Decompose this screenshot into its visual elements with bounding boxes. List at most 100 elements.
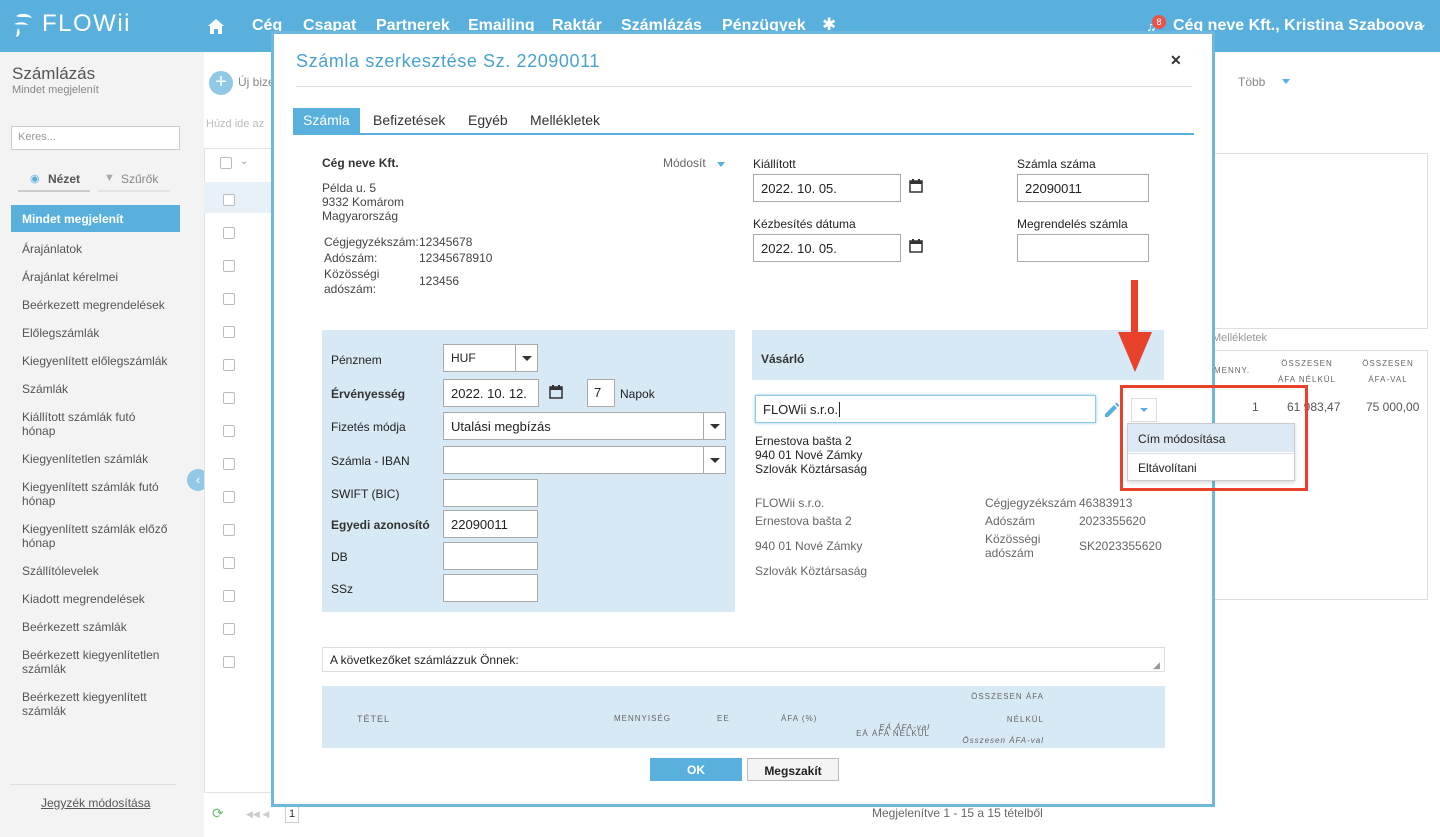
home-icon[interactable] [207, 18, 225, 35]
row-checkbox[interactable] [223, 524, 235, 536]
tab-underline [18, 190, 90, 192]
row-checkbox[interactable] [223, 359, 235, 371]
row-checkbox[interactable] [223, 623, 235, 635]
sidebar-item[interactable]: Szállítólevelek [22, 564, 182, 578]
row-checkbox[interactable] [223, 491, 235, 503]
buyer-city: 940 01 Nové Zámky [755, 448, 863, 462]
ok-button[interactable]: OK [650, 758, 742, 781]
db-input[interactable] [443, 542, 538, 570]
caret-down-icon[interactable] [1282, 79, 1290, 84]
ssz-input[interactable] [443, 574, 538, 602]
edit-list-link[interactable]: Jegyzék módosítása [41, 796, 150, 810]
col-total-net-2: NÉLKÜL [1006, 715, 1044, 724]
sidebar-item[interactable]: Kiegyenlített számlák futó hónap [22, 480, 172, 508]
pencil-icon[interactable] [1102, 400, 1120, 418]
currency-select[interactable]: HUF [443, 344, 538, 372]
sidebar-item[interactable]: Kiállított számlák futó hónap [22, 410, 152, 438]
tab-view[interactable]: Nézet [48, 172, 80, 186]
days-input[interactable]: 7 [587, 379, 615, 407]
sidebar-item[interactable]: Kiegyenlítetlen számlák [22, 452, 182, 466]
more-menu[interactable]: Több [1238, 75, 1265, 89]
sidebar-item[interactable]: Árajánlatok [22, 242, 182, 256]
pager-first-icon[interactable]: ◀◀ ◀ [246, 809, 269, 820]
sidebar-item[interactable]: Beérkezett megrendelések [22, 298, 182, 312]
delivery-date-input[interactable]: 2022. 10. 05. [753, 234, 901, 262]
pager-page-input[interactable]: 1 [285, 805, 299, 823]
sidebar-item-all[interactable]: Mindet megjelenít [11, 205, 180, 232]
dropdown-arrow-icon[interactable] [703, 447, 725, 473]
buyer-detail-name: FLOWii s.r.o. [755, 496, 825, 510]
sidebar-item[interactable]: Árajánlat kérelmei [22, 270, 182, 284]
cancel-button[interactable]: Megszakít [747, 758, 839, 781]
caret-down-icon[interactable] [717, 162, 725, 167]
sidebar-item[interactable]: Beérkezett számlák [22, 620, 182, 634]
intro-textarea[interactable]: A következőket számlázzuk Önnek: [322, 647, 1165, 672]
sidebar-item[interactable]: Kiadott megrendelések [22, 592, 182, 606]
select-all-checkbox[interactable] [220, 157, 232, 169]
row-checkbox[interactable] [223, 425, 235, 437]
sidebar-item[interactable]: Kiegyenlített előlegszámlák [22, 354, 182, 368]
validity-label: Érvényesség [331, 387, 406, 401]
col-net: ÖSSZESEN ÁFA NÉLKÜL [1277, 359, 1337, 384]
row-checkbox[interactable] [223, 557, 235, 569]
chevron-down-icon[interactable]: ⌄ [240, 156, 248, 167]
row-checkbox[interactable] [223, 194, 235, 206]
sidebar-item[interactable]: Beérkezett kiegyenlített számlák [22, 690, 172, 718]
seller-eu-value: 123456 [419, 274, 460, 288]
row-checkbox[interactable] [223, 392, 235, 404]
tab-filters[interactable]: Szűrők [121, 172, 158, 186]
notes-box [1204, 153, 1428, 329]
chevron-down-icon[interactable]: ⌄ [1416, 15, 1428, 32]
page-subtitle: Mindet megjelenít [12, 84, 99, 96]
row-checkbox[interactable] [223, 458, 235, 470]
text-cursor [839, 402, 844, 417]
resize-handle-icon[interactable]: ◢ [1153, 660, 1160, 671]
buyer-name-input[interactable]: FLOWii s.r.o. [755, 395, 1096, 423]
payment-method-select[interactable]: Utalási megbízás [443, 412, 726, 440]
search-input[interactable]: Keres... [11, 126, 180, 150]
row-checkbox[interactable] [223, 326, 235, 338]
new-button[interactable]: Új bize [238, 75, 275, 89]
close-icon[interactable]: ✕ [1170, 52, 1182, 69]
list-table [204, 148, 274, 793]
logo-icon [14, 13, 32, 37]
col-item: TÉTEL [357, 714, 391, 724]
dropdown-arrow-icon[interactable] [703, 413, 725, 439]
table-row-highlight [204, 182, 274, 213]
col-unit-gross: EÁ ÁFA-val [879, 723, 930, 732]
calendar-icon[interactable] [909, 179, 923, 193]
row-checkbox[interactable] [223, 590, 235, 602]
unique-id-input[interactable]: 22090011 [443, 510, 538, 538]
dropdown-arrow-icon[interactable] [515, 345, 537, 371]
row-checkbox[interactable] [223, 293, 235, 305]
tab-other[interactable]: Egyéb [468, 112, 508, 128]
validity-date-input[interactable]: 2022. 10. 12. [443, 379, 539, 407]
invoice-number-input[interactable]: 22090011 [1017, 174, 1149, 202]
app-logo[interactable]: FLOWii [42, 10, 131, 38]
sidebar-item[interactable]: Előlegszámlák [22, 326, 182, 340]
row-checkbox[interactable] [223, 656, 235, 668]
order-number-input[interactable] [1017, 234, 1149, 262]
seller-reg-label: Cégjegyzékszám: [324, 235, 419, 249]
sidebar-item[interactable]: Beérkezett kiegyenlítetlen számlák [22, 648, 172, 676]
buyer-eu-value: SK2023355620 [1079, 539, 1162, 553]
modify-seller-link[interactable]: Módosít [663, 156, 706, 170]
iban-select[interactable] [443, 446, 726, 474]
swift-input[interactable] [443, 479, 538, 507]
col-unit: EE [717, 714, 730, 723]
calendar-icon[interactable] [549, 385, 563, 399]
add-icon[interactable]: + [209, 71, 233, 95]
issued-date-input[interactable]: 2022. 10. 05. [753, 174, 901, 202]
issued-label: Kiállított [753, 157, 796, 171]
row-checkbox[interactable] [223, 260, 235, 272]
refresh-icon[interactable]: ⟳ [212, 805, 224, 822]
eye-icon: ◉ [30, 173, 40, 185]
calendar-icon[interactable] [909, 239, 923, 253]
tab-invoice[interactable]: Számla [293, 108, 360, 133]
sidebar-item[interactable]: Számlák [22, 382, 182, 396]
tab-payments[interactable]: Befizetések [373, 112, 445, 128]
row-checkbox[interactable] [223, 227, 235, 239]
tab-attachments[interactable]: Mellékletek [530, 112, 600, 128]
sidebar-item[interactable]: Kiegyenlített számlák előző hónap [22, 522, 177, 550]
buyer-reg-label: Cégjegyzékszám [985, 496, 1077, 510]
